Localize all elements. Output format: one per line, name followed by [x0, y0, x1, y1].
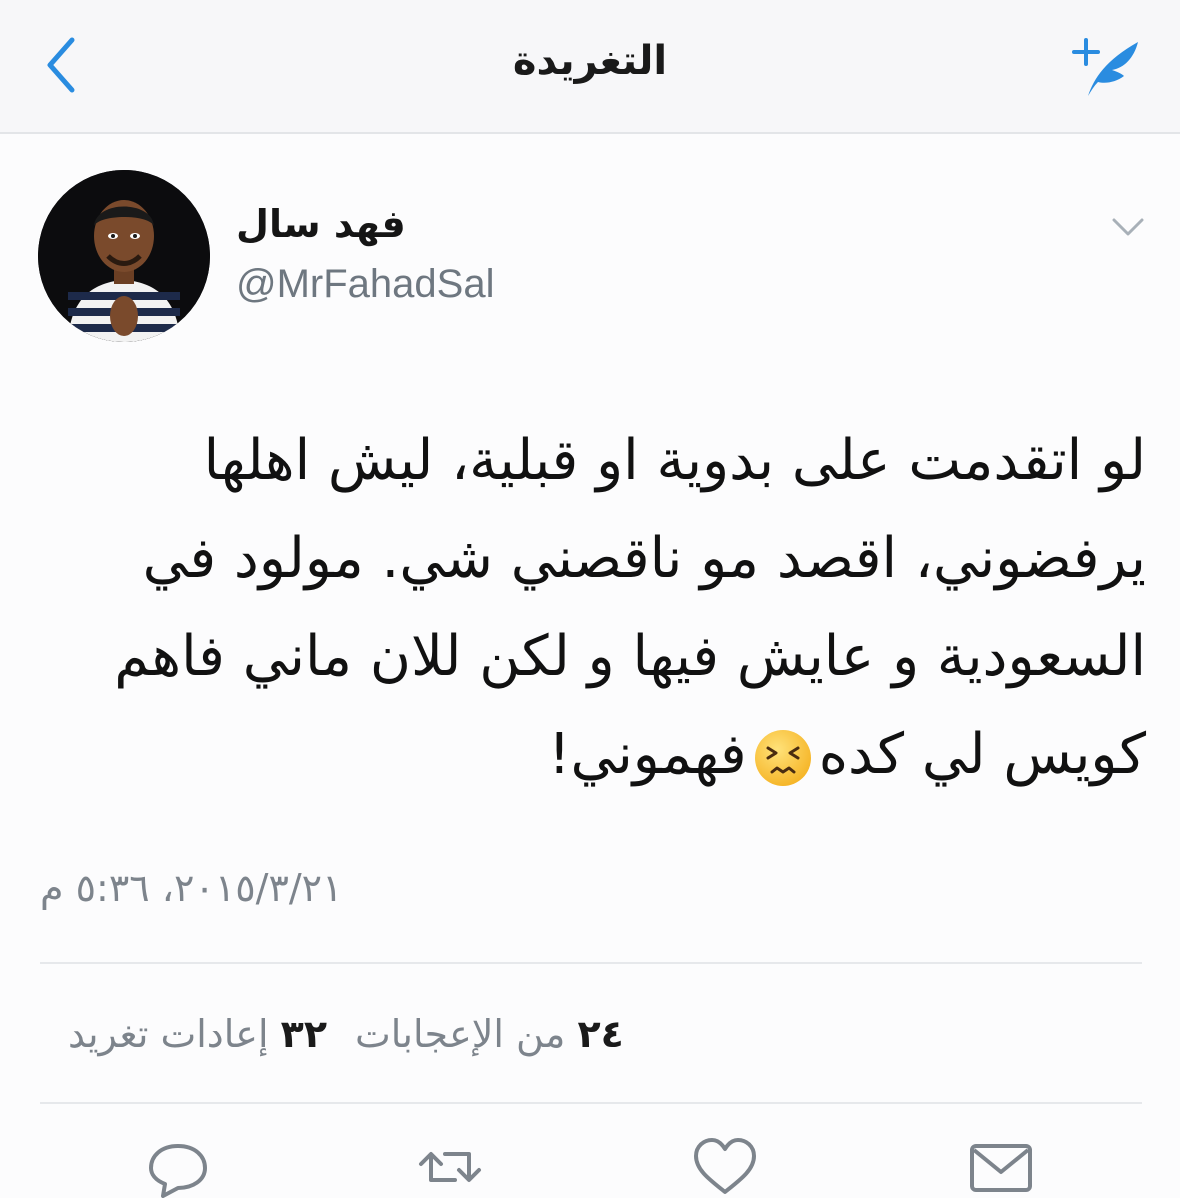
tweet-line: السعودية و عايش فيها و لكن للان ماني فاه…	[114, 624, 1146, 689]
retweets-label: إعادات تغريد	[68, 1012, 269, 1056]
message-icon	[970, 1144, 1032, 1192]
top-nav-bar: التغريدة	[0, 0, 1180, 134]
like-button[interactable]	[690, 1136, 760, 1198]
tweet-line: لو اتقدمت على بدوية او قبلية، ليش اهلها	[203, 428, 1146, 493]
compose-tweet-button[interactable]	[1060, 30, 1150, 105]
chevron-down-icon	[1112, 218, 1144, 236]
likes-stat[interactable]: ٢٤ من الإعجابات	[355, 1012, 624, 1056]
compose-tweet-icon	[1072, 38, 1138, 96]
persevering-face-emoji	[754, 729, 811, 786]
retweet-button[interactable]	[415, 1136, 485, 1198]
retweet-icon	[419, 1152, 481, 1182]
tweet-screen: التغريدة فهد سال @MrFahadSal لو اتقدمت ع…	[0, 0, 1180, 1198]
retweets-count: ٣٢	[280, 1012, 328, 1056]
reply-icon	[149, 1144, 207, 1198]
likes-count: ٢٤	[577, 1012, 624, 1056]
tweet-timestamp: ٢٠١٥/٣/٢١، ٥:٣٦ م	[40, 866, 343, 910]
likes-label: من الإعجابات	[355, 1012, 566, 1056]
message-button[interactable]	[966, 1136, 1036, 1198]
page-title: التغريدة	[512, 38, 668, 84]
like-icon	[694, 1138, 756, 1194]
avatar-image	[38, 170, 210, 342]
retweets-stat[interactable]: ٣٢ إعادات تغريد	[68, 1012, 327, 1056]
tweet-line-part: فهموني!	[548, 722, 747, 787]
tweet-stats: ٢٤ من الإعجابات ٣٢ إعادات تغريد	[40, 1012, 624, 1056]
author-handle[interactable]: @MrFahadSal	[236, 262, 494, 307]
tweet-line: كويس لي كده فهموني!	[36, 706, 1146, 804]
tweet-line: يرفضوني، اقصد مو ناقصني شي. مولود في	[142, 526, 1146, 591]
tweet-options-button[interactable]	[1104, 208, 1152, 244]
author-name[interactable]: فهد سال	[236, 202, 406, 246]
divider	[40, 962, 1142, 964]
reply-button[interactable]	[143, 1136, 213, 1198]
avatar[interactable]	[38, 170, 210, 342]
tweet-text: لو اتقدمت على بدوية او قبلية، ليش اهلها …	[36, 412, 1146, 804]
divider	[40, 1102, 1142, 1104]
tweet-line-part: كويس لي كده	[818, 722, 1146, 787]
